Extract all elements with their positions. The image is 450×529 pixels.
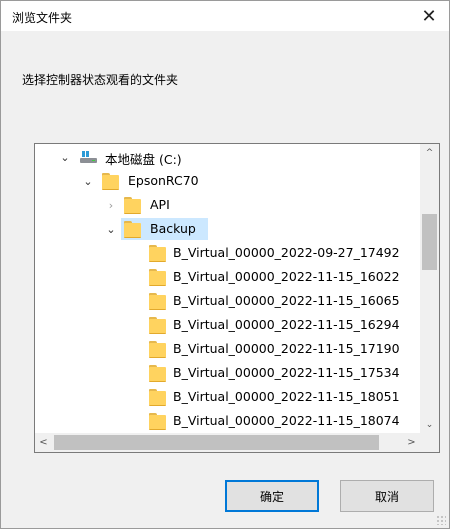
chevron-down-icon[interactable]: ⌄ (104, 217, 118, 241)
tree-item-backup-folder[interactable]: B_Virtual_00000_2022-11-15_16294 (35, 313, 420, 337)
folder-tree[interactable]: ⌄ 本地磁盘 (C:) ⌄ EpsonRC70 › API ⌄ Backup B… (34, 143, 440, 453)
horizontal-scroll-thumb[interactable] (54, 435, 379, 450)
tree-item-backup-folder[interactable]: B_Virtual_00000_2022-11-15_18074 (35, 409, 420, 433)
instruction-text: 选择控制器状态观看的文件夹 (22, 73, 179, 87)
folder-icon (149, 365, 166, 382)
tree-item-label: 本地磁盘 (C:) (105, 152, 182, 167)
tree-item-backup[interactable]: ⌄ Backup (35, 217, 420, 241)
tree-item-epsonrc70[interactable]: ⌄ EpsonRC70 (35, 169, 420, 193)
tree-item-label: B_Virtual_00000_2022-11-15_16294 (173, 317, 400, 332)
scroll-right-icon[interactable]: > (403, 433, 420, 452)
drive-icon (80, 151, 97, 164)
tree-item-backup-folder[interactable]: B_Virtual_00000_2022-09-27_17492 (35, 241, 420, 265)
tree-item-label: B_Virtual_00000_2022-11-15_18074 (173, 413, 400, 428)
vertical-scrollbar[interactable]: ^ ⌄ (420, 144, 439, 433)
folder-icon (149, 389, 166, 406)
tree-item-api[interactable]: › API (35, 193, 420, 217)
tree-item-label: B_Virtual_00000_2022-11-15_16022 (173, 269, 400, 284)
folder-icon (149, 413, 166, 430)
folder-icon (124, 197, 141, 214)
tree-item-backup-folder[interactable]: B_Virtual_00000_2022-11-15_16065 (35, 289, 420, 313)
browse-folder-dialog: 浏览文件夹 ✕ 选择控制器状态观看的文件夹 ⌄ 本地磁盘 (C:) ⌄ Epso… (0, 0, 450, 529)
tree-item-label: EpsonRC70 (128, 173, 199, 188)
scroll-left-icon[interactable]: < (35, 433, 52, 452)
scrollbar-corner (420, 433, 439, 452)
horizontal-scrollbar[interactable]: < > (35, 433, 420, 452)
close-button[interactable]: ✕ (409, 1, 449, 31)
folder-icon (149, 269, 166, 286)
chevron-down-icon[interactable]: ⌄ (58, 145, 72, 169)
folder-icon (149, 245, 166, 262)
tree-item-label: B_Virtual_00000_2022-11-15_17190 (173, 341, 400, 356)
ok-button[interactable]: 确定 (225, 480, 319, 512)
tree-item-label: B_Virtual_00000_2022-11-15_16065 (173, 293, 400, 308)
scroll-down-icon[interactable]: ⌄ (420, 416, 439, 433)
scroll-up-icon[interactable]: ^ (420, 144, 439, 161)
folder-icon (102, 173, 119, 190)
folder-icon (149, 341, 166, 358)
resize-grip-icon[interactable] (436, 515, 446, 525)
chevron-down-icon[interactable]: ⌄ (81, 169, 95, 193)
tree-item-label: API (150, 197, 170, 212)
close-icon: ✕ (421, 5, 437, 27)
tree-item-backup-folder[interactable]: B_Virtual_00000_2022-11-15_17534 (35, 361, 420, 385)
cancel-button[interactable]: 取消 (340, 480, 434, 512)
tree-item-backup-folder[interactable]: B_Virtual_00000_2022-11-15_18051 (35, 385, 420, 409)
tree-viewport: ⌄ 本地磁盘 (C:) ⌄ EpsonRC70 › API ⌄ Backup B… (35, 144, 420, 433)
tree-item-drive-c[interactable]: ⌄ 本地磁盘 (C:) (35, 145, 420, 169)
vertical-scroll-thumb[interactable] (422, 214, 437, 270)
chevron-right-icon[interactable]: › (104, 193, 118, 217)
dialog-title: 浏览文件夹 (12, 11, 73, 25)
tree-item-label: B_Virtual_00000_2022-09-27_17492 (173, 245, 400, 260)
tree-item-label: B_Virtual_00000_2022-11-15_17534 (173, 365, 400, 380)
tree-item-backup-folder[interactable]: B_Virtual_00000_2022-11-15_16022 (35, 265, 420, 289)
folder-icon (124, 221, 141, 238)
tree-item-label: Backup (150, 221, 196, 236)
tree-item-label: B_Virtual_00000_2022-11-15_18051 (173, 389, 400, 404)
tree-item-backup-folder[interactable]: B_Virtual_00000_2022-11-15_17190 (35, 337, 420, 361)
folder-icon (149, 317, 166, 334)
title-bar: 浏览文件夹 ✕ (1, 1, 449, 31)
folder-icon (149, 293, 166, 310)
